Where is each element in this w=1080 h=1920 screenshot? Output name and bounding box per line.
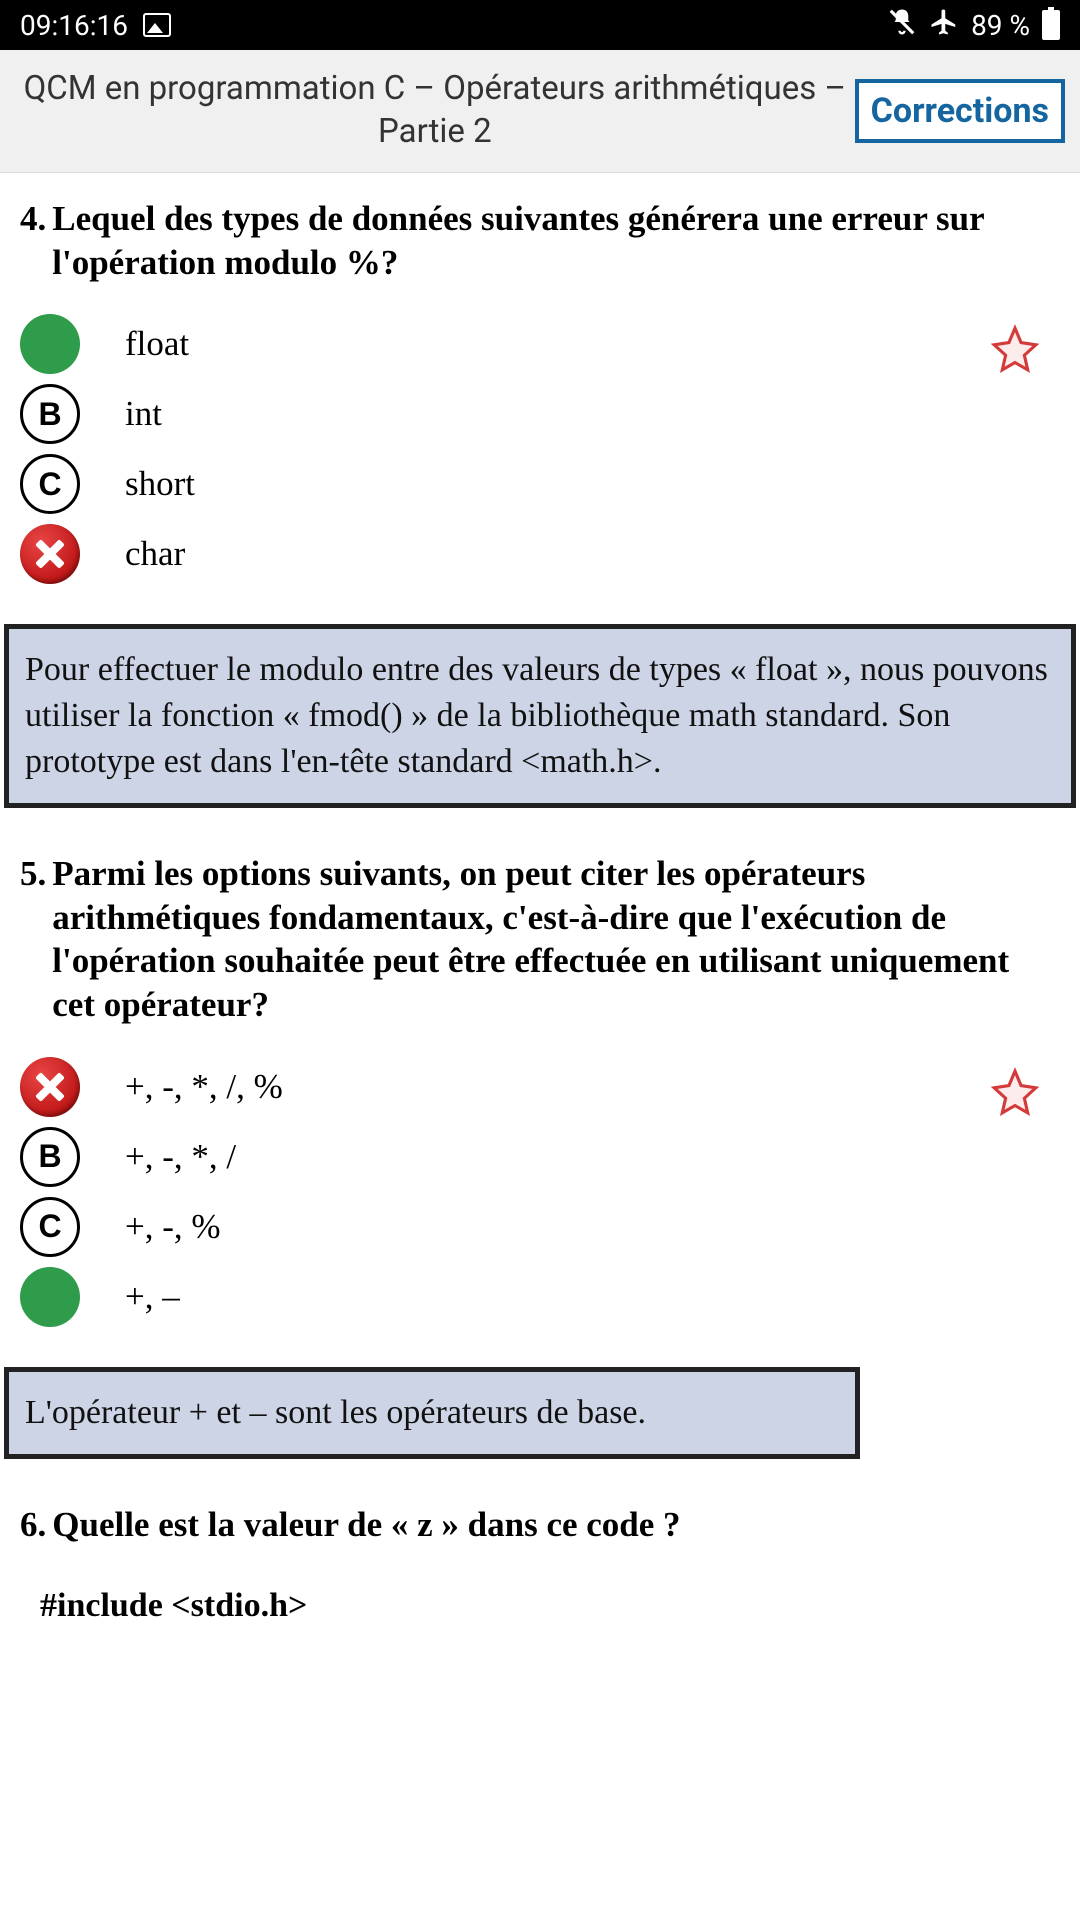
question-number: 5.	[20, 852, 46, 1027]
answer-label: +, -, %	[125, 1207, 221, 1247]
status-left: 09:16:16	[20, 9, 171, 42]
answers-q4: float B int C short char	[0, 294, 1080, 614]
airplane-icon	[929, 7, 959, 44]
question-text: 5. Parmi les options suivants, on peut c…	[20, 852, 1060, 1027]
question-4: 4. Lequel des types de données suivantes…	[0, 173, 1080, 295]
option-letter: C	[20, 454, 80, 514]
question-6: 6. Quelle est la valeur de « z » dans ce…	[0, 1479, 1080, 1557]
answer-option[interactable]: float	[20, 314, 1060, 374]
page-title: QCM en programmation C – Opérateurs arit…	[15, 68, 855, 154]
answer-option[interactable]: +, -, *, /, %	[20, 1057, 1060, 1117]
battery-icon	[1042, 10, 1060, 40]
explanation-box: L'opérateur + et – sont les opérateurs d…	[4, 1367, 860, 1459]
option-letter: B	[20, 384, 80, 444]
corrections-button[interactable]: Corrections	[855, 79, 1065, 143]
battery-percent: 89 %	[971, 9, 1030, 42]
question-body: Quelle est la valeur de « z » dans ce co…	[52, 1503, 680, 1547]
answer-option[interactable]: B int	[20, 384, 1060, 444]
question-body: Lequel des types de données suivantes gé…	[52, 197, 1060, 285]
wrong-indicator-icon	[20, 524, 80, 584]
answer-label: +, -, *, /	[125, 1137, 236, 1177]
question-5: 5. Parmi les options suivants, on peut c…	[0, 828, 1080, 1037]
status-bar: 09:16:16 89 %	[0, 0, 1080, 50]
correct-indicator-icon	[20, 314, 80, 374]
code-snippet: #include <stdio.h>	[0, 1557, 1080, 1625]
answer-option[interactable]: C +, -, %	[20, 1197, 1060, 1257]
question-text: 4. Lequel des types de données suivantes…	[20, 197, 1060, 285]
answer-option[interactable]: C short	[20, 454, 1060, 514]
status-right: 89 %	[887, 7, 1060, 44]
question-body: Parmi les options suivants, on peut cite…	[52, 852, 1060, 1027]
mute-icon	[887, 7, 917, 44]
picture-icon	[143, 13, 171, 37]
wrong-indicator-icon	[20, 1057, 80, 1117]
answer-option[interactable]: +, –	[20, 1267, 1060, 1327]
answer-option[interactable]: char	[20, 524, 1060, 584]
answers-q5: +, -, *, /, % B +, -, *, / C +, -, % +, …	[0, 1037, 1080, 1357]
clock: 09:16:16	[20, 9, 128, 42]
answer-label: float	[125, 324, 189, 364]
answer-option[interactable]: B +, -, *, /	[20, 1127, 1060, 1187]
app-header: QCM en programmation C – Opérateurs arit…	[0, 50, 1080, 173]
correct-indicator-icon	[20, 1267, 80, 1327]
answer-label: short	[125, 464, 195, 504]
option-letter: B	[20, 1127, 80, 1187]
answer-label: int	[125, 394, 162, 434]
option-letter: C	[20, 1197, 80, 1257]
answer-label: +, –	[125, 1277, 180, 1317]
question-number: 4.	[20, 197, 46, 285]
question-text: 6. Quelle est la valeur de « z » dans ce…	[20, 1503, 1060, 1547]
answer-label: char	[125, 534, 185, 574]
answer-label: +, -, *, /, %	[125, 1067, 283, 1107]
question-number: 6.	[20, 1503, 46, 1547]
bookmark-star-icon[interactable]	[990, 1067, 1040, 1117]
content: 4. Lequel des types de données suivantes…	[0, 173, 1080, 1625]
bookmark-star-icon[interactable]	[990, 324, 1040, 374]
explanation-box: Pour effectuer le modulo entre des valeu…	[4, 624, 1076, 808]
